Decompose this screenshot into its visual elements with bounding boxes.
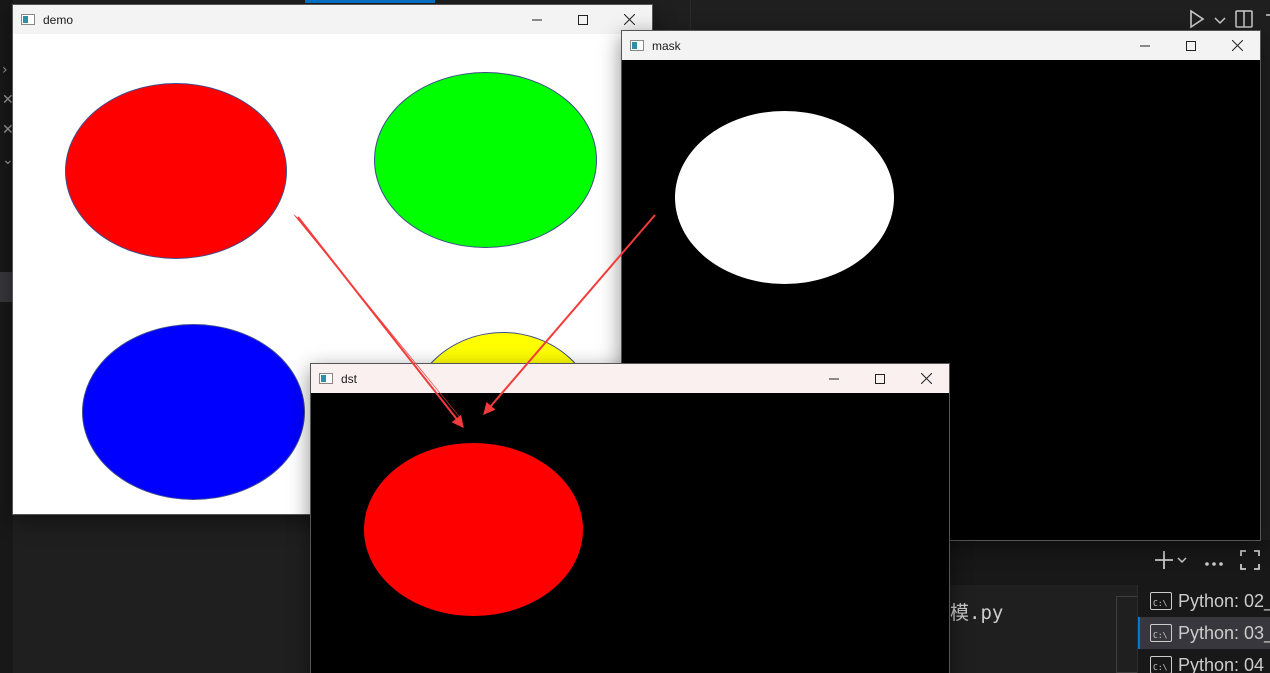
green-circle <box>374 72 597 248</box>
dst-window: dst <box>310 363 950 673</box>
terminal-label: Python: 04 <box>1178 654 1265 673</box>
window-title: demo <box>43 12 74 27</box>
app-icon <box>630 40 644 51</box>
app-icon <box>21 14 35 25</box>
maximize-button[interactable] <box>857 364 903 393</box>
minimize-button[interactable] <box>514 5 560 34</box>
white-circle <box>675 111 894 284</box>
image-canvas <box>311 393 949 673</box>
more-icon[interactable] <box>1204 554 1224 572</box>
terminal-list: C:\ Python: 02_ C:\ Python: 03_ C:\ Pyth… <box>1137 585 1270 673</box>
more-actions-icon[interactable] <box>1262 9 1270 34</box>
editor-scrollbar[interactable] <box>1116 596 1138 673</box>
active-tab-indicator <box>305 0 435 3</box>
app-icon <box>319 373 333 384</box>
chevron-down-icon[interactable] <box>1214 12 1226 30</box>
maximize-button[interactable] <box>560 5 606 34</box>
window-title: dst <box>341 371 358 386</box>
terminal-item[interactable]: C:\ Python: 03_ <box>1138 617 1270 649</box>
new-terminal-icon[interactable] <box>1154 550 1188 575</box>
maximize-panel-icon[interactable] <box>1240 550 1260 575</box>
terminal-item[interactable]: C:\ Python: 04 <box>1138 649 1270 673</box>
terminal-label: Python: 02_ <box>1178 590 1270 611</box>
editor-filename-text: 模.py <box>950 602 1004 624</box>
terminal-icon: C:\ <box>1150 592 1172 610</box>
window-titlebar[interactable]: demo <box>13 5 652 34</box>
red-circle <box>65 83 287 259</box>
terminal-label: Python: 03_ <box>1178 622 1270 643</box>
terminal-icon: C:\ <box>1150 624 1172 642</box>
terminal-icon: C:\ <box>1150 656 1172 673</box>
minimize-button[interactable] <box>811 364 857 393</box>
window-titlebar[interactable]: mask <box>622 31 1260 60</box>
close-button[interactable] <box>903 364 949 393</box>
window-title: mask <box>652 38 681 53</box>
terminal-item[interactable]: C:\ Python: 02_ <box>1138 585 1270 617</box>
window-titlebar[interactable]: dst <box>311 364 949 393</box>
panel-toolbar <box>950 540 1270 585</box>
maximize-button[interactable] <box>1168 31 1214 60</box>
close-button[interactable] <box>1214 31 1260 60</box>
blue-circle <box>82 324 305 500</box>
chevron-right-icon[interactable]: › <box>2 62 8 78</box>
minimize-button[interactable] <box>1122 31 1168 60</box>
red-circle <box>364 443 583 616</box>
